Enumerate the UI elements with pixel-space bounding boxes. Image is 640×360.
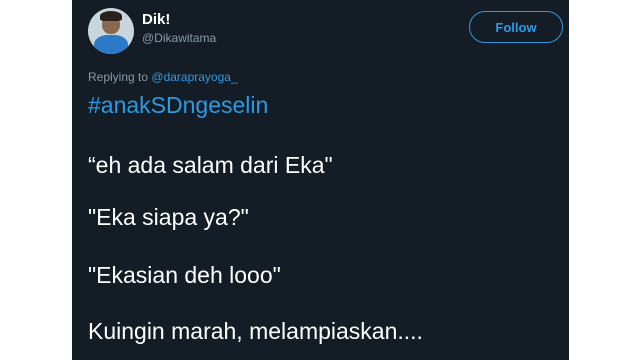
author-name[interactable]: Dik! (142, 11, 170, 28)
replying-to: Replying to @daraprayoga_ (88, 70, 238, 84)
author-handle[interactable]: @Dikawitama (142, 31, 216, 45)
replying-prefix: Replying to (88, 70, 149, 84)
tweet-text-line-1: “eh ada salam dari Eka" (88, 152, 333, 178)
tweet-card: Dik! @Dikawitama Follow Replying to @dar… (72, 0, 569, 360)
follow-button[interactable]: Follow (469, 11, 563, 43)
avatar-hair (100, 11, 122, 21)
tweet-text-line-2: "Eka siapa ya?" (88, 204, 249, 230)
tweet-text-line-3: "Ekasian deh looo" (88, 262, 281, 288)
tweet-text-line-4: Kuingin marah, melampiaskan.... (88, 318, 423, 344)
avatar-body (94, 35, 128, 54)
replying-mention-link[interactable]: @daraprayoga_ (151, 70, 237, 84)
avatar[interactable] (88, 8, 134, 54)
hashtag-link[interactable]: #anakSDngeselin (88, 92, 268, 119)
